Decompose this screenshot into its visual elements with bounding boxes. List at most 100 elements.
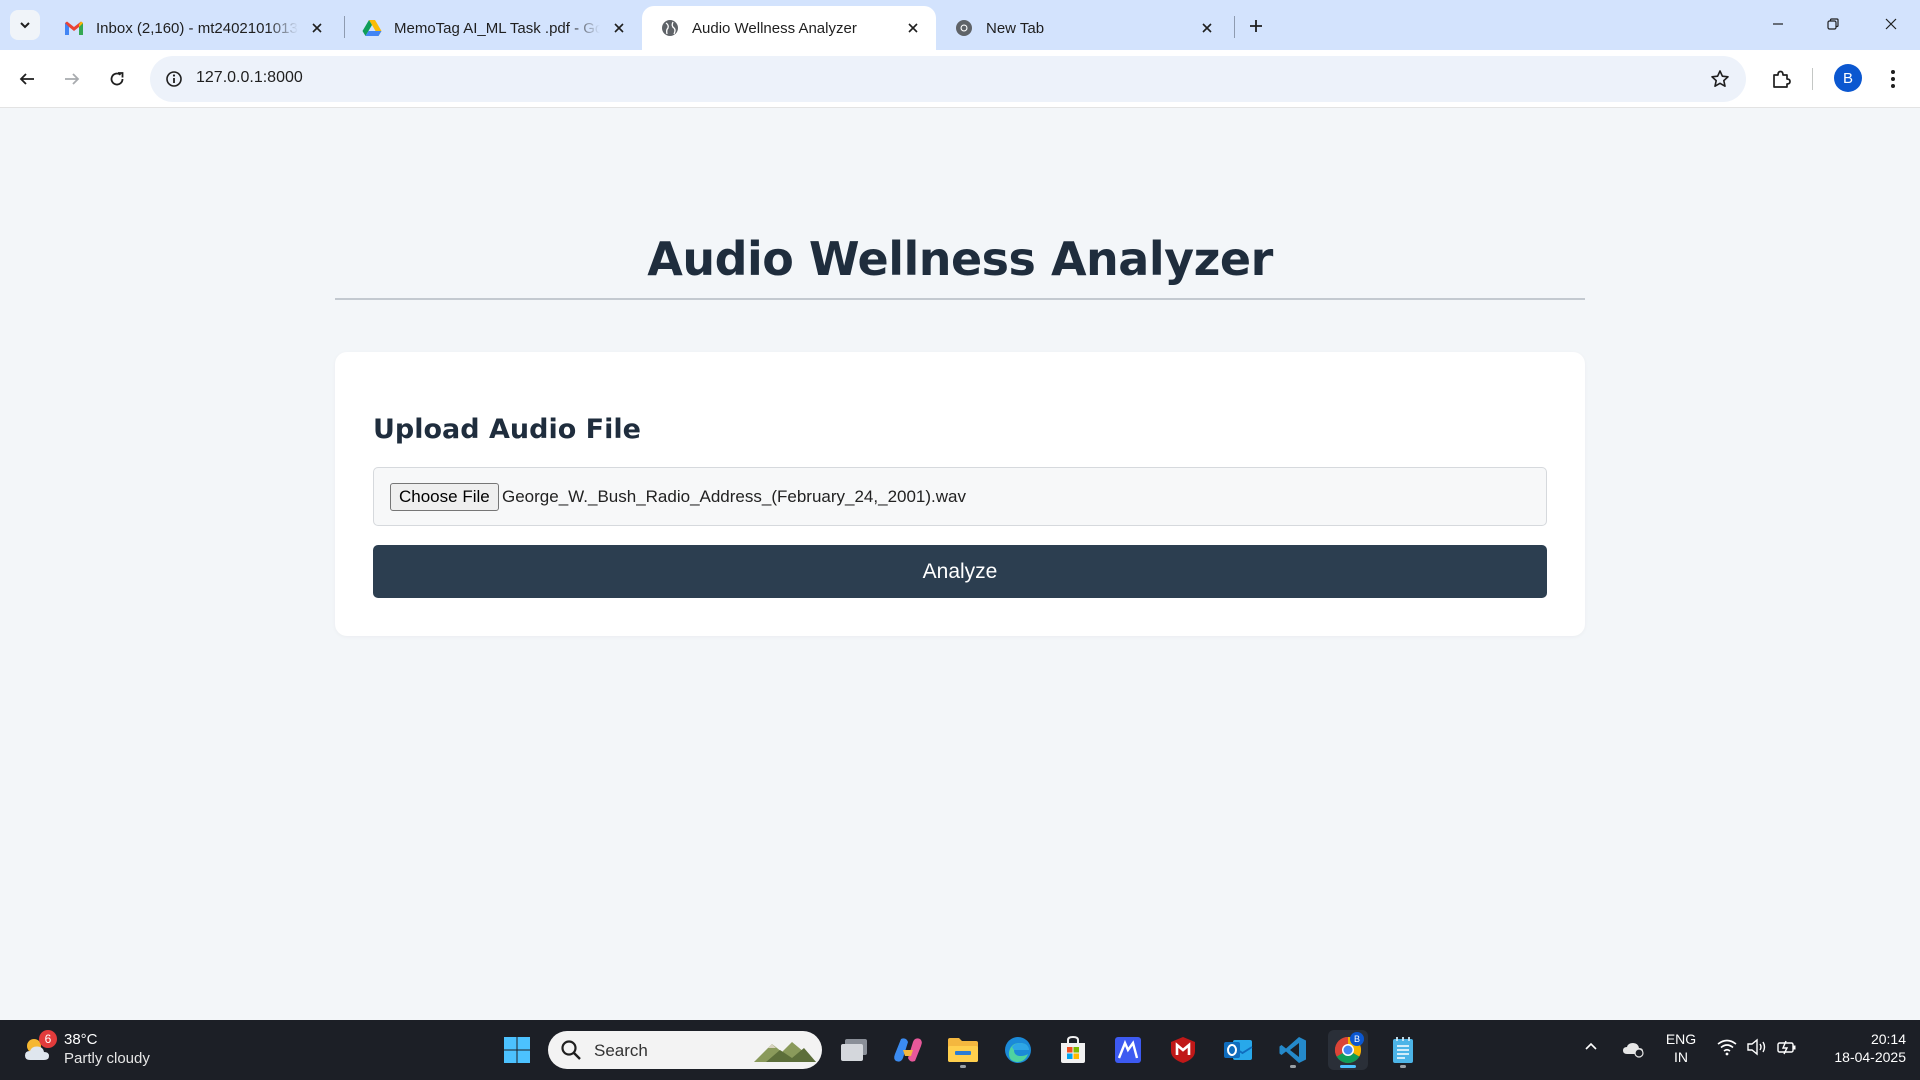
microsoft-store-icon [1061, 1035, 1085, 1063]
close-window-button[interactable] [1868, 8, 1914, 40]
address-bar[interactable]: 127.0.0.1:8000 [150, 56, 1746, 102]
taskbar: 6 38°C Partly cloudy Search B ENG IN 20:… [0, 1020, 1920, 1080]
mcafee-button[interactable] [1163, 1030, 1203, 1070]
notepad-button[interactable] [1383, 1030, 1423, 1070]
vscode-button[interactable] [1273, 1030, 1313, 1070]
tab-title: MemoTag AI_ML Task .pdf - Goo [394, 19, 600, 37]
globe-icon [660, 18, 680, 38]
analyze-button[interactable]: Analyze [373, 545, 1547, 598]
microsoft-store-button[interactable] [1053, 1030, 1093, 1070]
notification-badge: 6 [39, 1030, 57, 1048]
taskbar-search[interactable]: Search [548, 1031, 822, 1069]
tab-title: Inbox (2,160) - mt2402101013@ [96, 19, 298, 37]
choose-file-button[interactable]: Choose File [390, 483, 499, 511]
page-content: Audio Wellness Analyzer Upload Audio Fil… [0, 108, 1920, 1020]
toolbar-divider [1812, 68, 1813, 90]
page-title: Audio Wellness Analyzer [647, 232, 1273, 286]
app-button[interactable] [1108, 1030, 1148, 1070]
outlook-button[interactable] [1218, 1030, 1258, 1070]
clock-time: 20:14 [1870, 1031, 1906, 1047]
weather-temp: 38°C [64, 1031, 98, 1048]
arrow-right-icon [65, 73, 80, 85]
clock[interactable]: 20:14 18-04-2025 [1810, 1030, 1906, 1066]
running-indicator [1340, 1065, 1356, 1068]
minimize-icon [1773, 23, 1783, 25]
profile-avatar[interactable]: B [1834, 64, 1862, 92]
task-view-icon [841, 1039, 867, 1061]
bookmark-star-icon[interactable] [1706, 65, 1734, 93]
tab-title: Audio Wellness Analyzer [692, 19, 857, 37]
forward-button[interactable] [54, 61, 90, 97]
arrow-left-icon [19, 73, 34, 85]
edge-button[interactable] [998, 1030, 1038, 1070]
weather-widget[interactable]: 6 38°C Partly cloudy [22, 1028, 222, 1072]
running-indicator [1290, 1065, 1296, 1068]
gmail-icon [64, 18, 84, 38]
search-icon [561, 1040, 581, 1060]
puzzle-icon [1773, 70, 1791, 88]
battery-tray[interactable] [1776, 1038, 1798, 1059]
tab-memotag-pdf[interactable]: MemoTag AI_ML Task .pdf - Goo [344, 6, 642, 50]
reload-button[interactable] [99, 61, 135, 97]
search-highlight-icon [754, 1042, 816, 1062]
weather-condition: Partly cloudy [64, 1050, 150, 1067]
running-indicator [960, 1065, 966, 1068]
close-tab-icon[interactable] [608, 17, 630, 39]
menu-button[interactable] [1875, 61, 1911, 97]
close-tab-icon[interactable] [1196, 17, 1218, 39]
chrome-button[interactable]: B [1328, 1030, 1368, 1070]
minimize-button[interactable] [1755, 8, 1801, 40]
notepad-icon [1393, 1037, 1413, 1063]
tab-gmail[interactable]: Inbox (2,160) - mt2402101013@ [46, 6, 340, 50]
tab-search-button[interactable] [10, 10, 40, 40]
url-text[interactable]: 127.0.0.1:8000 [196, 69, 303, 87]
task-view-button[interactable] [834, 1030, 874, 1070]
start-button[interactable] [497, 1030, 537, 1070]
running-indicator [1400, 1065, 1406, 1068]
language-region: IN [1674, 1049, 1688, 1065]
close-tab-icon[interactable] [902, 17, 924, 39]
language-code: ENG [1665, 1031, 1697, 1047]
close-tab-icon[interactable] [306, 17, 328, 39]
tab-title: New Tab [986, 19, 1045, 37]
file-explorer-button[interactable] [943, 1030, 983, 1070]
clock-date: 18-04-2025 [1834, 1049, 1906, 1065]
cloud-sync-icon [1623, 1043, 1644, 1058]
wifi-icon [1717, 1039, 1737, 1056]
tab-strip: Inbox (2,160) - mt2402101013@ MemoTag AI… [0, 0, 1920, 50]
copilot-icon [894, 1038, 922, 1062]
app-icon [1115, 1037, 1141, 1063]
language-indicator[interactable]: ENG IN [1660, 1030, 1702, 1066]
close-icon [1885, 18, 1897, 30]
network-tray[interactable] [1716, 1038, 1738, 1059]
file-explorer-icon [948, 1038, 978, 1062]
site-info-icon[interactable] [160, 65, 188, 93]
speaker-icon [1747, 1038, 1766, 1056]
file-input[interactable]: Choose File George_W._Bush_Radio_Address… [373, 467, 1547, 526]
back-button[interactable] [9, 61, 45, 97]
windows-start-icon [504, 1037, 530, 1063]
copilot-button[interactable] [888, 1030, 928, 1070]
volume-tray[interactable] [1746, 1038, 1768, 1059]
restore-button[interactable] [1810, 8, 1856, 40]
chrome-icon [954, 18, 974, 38]
reload-icon [110, 72, 124, 86]
restore-icon [1827, 18, 1839, 30]
selected-file-name: George_W._Bush_Radio_Address_(February_2… [502, 487, 966, 506]
tab-new-tab[interactable]: New Tab [936, 6, 1230, 50]
browser-toolbar: 127.0.0.1:8000 B [0, 50, 1920, 108]
upload-card: Upload Audio File Choose File George_W._… [335, 352, 1585, 636]
tab-audio-wellness-analyzer[interactable]: Audio Wellness Analyzer [642, 6, 936, 50]
onedrive-tray[interactable] [1621, 1038, 1645, 1061]
outlook-icon [1224, 1040, 1253, 1060]
search-label: Search [594, 1041, 648, 1060]
chevron-down-icon [20, 22, 30, 29]
google-drive-icon [362, 18, 382, 38]
show-hidden-icons-button[interactable] [1583, 1038, 1599, 1057]
vscode-icon [1279, 1037, 1306, 1063]
tab-separator [1234, 16, 1235, 38]
mcafee-icon [1171, 1037, 1195, 1063]
new-tab-button[interactable] [1242, 12, 1270, 40]
extensions-button[interactable] [1763, 61, 1799, 97]
battery-charging-icon [1777, 1040, 1796, 1055]
